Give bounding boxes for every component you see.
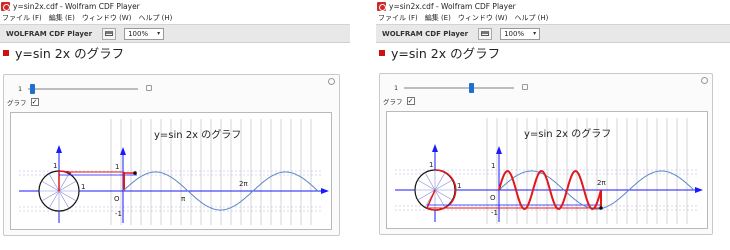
wolfram-brand: WOLFRAM CDF Player — [6, 29, 93, 38]
x-axis-arrow-icon — [695, 187, 703, 193]
graph-checkbox-row: グラフ ✓ — [7, 97, 39, 107]
menu-window[interactable]: ウィンドウ (W) — [82, 13, 132, 23]
page-title: y=sin 2x のグラフ — [15, 46, 125, 61]
manipulate-panel: 1 グラフ ✓ — [3, 74, 340, 236]
printer-icon — [105, 31, 114, 36]
cdf-player-window-left: y=sin2x.cdf - Wolfram CDF Player ファイル (F… — [0, 0, 350, 250]
print-button[interactable] — [478, 27, 493, 40]
slider-label: 1 — [18, 85, 23, 93]
slider-expand-icon[interactable] — [522, 84, 529, 90]
print-button[interactable] — [102, 27, 117, 40]
gear-icon[interactable] — [328, 78, 335, 85]
window-title: y=sin2x.cdf - Wolfram CDF Player — [389, 1, 516, 11]
slider-row: 1 — [394, 83, 534, 93]
circle-tick-one-x: 1 — [81, 183, 85, 191]
zoom-value: 100% — [128, 29, 149, 38]
menu-edit[interactable]: 編集 (E) — [425, 13, 451, 23]
checkbox-label: グラフ — [383, 98, 403, 106]
slider-thumb[interactable] — [469, 83, 475, 93]
slider-label: 1 — [394, 84, 399, 92]
checkbox-label: グラフ — [7, 99, 27, 107]
plot-title: y=sin 2x のグラフ — [524, 129, 612, 140]
window-title: y=sin2x.cdf - Wolfram CDF Player — [13, 1, 140, 11]
wolfram-brand: WOLFRAM CDF Player — [382, 29, 469, 38]
menu-edit[interactable]: 編集 (E) — [49, 13, 75, 23]
point-marker — [133, 171, 137, 175]
point-marker — [599, 206, 603, 210]
tick-origin: O — [114, 195, 120, 203]
menu-file[interactable]: ファイル (F) — [378, 13, 418, 23]
chevron-down-icon: ▾ — [533, 30, 537, 37]
section-heading: y=sin 2x のグラフ — [376, 43, 730, 62]
tick-minus-one: -1 — [491, 209, 498, 217]
slider-thumb[interactable] — [30, 84, 36, 94]
cdf-player-window-right: y=sin2x.cdf - Wolfram CDF Player ファイル (F… — [376, 0, 730, 250]
manipulate-panel: 1 グラフ ✓ — [379, 73, 713, 235]
red-bullet-icon — [3, 49, 9, 56]
toolbar: WOLFRAM CDF Player 100% ▾ — [376, 24, 730, 43]
toolbar: WOLFRAM CDF Player 100% ▾ — [0, 24, 350, 43]
chevron-down-icon: ▾ — [157, 30, 161, 37]
screenshot: y=sin2x.cdf - Wolfram CDF Player ファイル (F… — [0, 0, 730, 250]
plot-area: 1 -1 O π 2π 1 1 y=sin 2x のグラフ — [10, 112, 332, 230]
menu-bar: ファイル (F) 編集 (E) ウィンドウ (W) ヘルプ (H) — [376, 12, 730, 24]
menu-bar: ファイル (F) 編集 (E) ウィンドウ (W) ヘルプ (H) — [0, 12, 350, 24]
tick-two-pi: 2π — [597, 179, 606, 187]
x-axis-arrow-icon — [321, 188, 329, 194]
graph-checkbox-row: グラフ ✓ — [383, 96, 415, 106]
circle-y-arrow-icon — [56, 145, 62, 153]
menu-window[interactable]: ウィンドウ (W) — [458, 13, 508, 23]
tick-pi: π — [181, 195, 186, 203]
page-title: y=sin 2x のグラフ — [391, 46, 501, 61]
title-bar: y=sin2x.cdf - Wolfram CDF Player — [376, 0, 730, 12]
tick-two-pi: 2π — [239, 180, 248, 188]
tick-minus-one: -1 — [115, 210, 122, 218]
tick-one: 1 — [115, 163, 119, 171]
circle-y-arrow-icon — [432, 144, 438, 152]
red-bullet-icon — [379, 49, 385, 56]
circle-tick-one: 1 — [53, 162, 57, 170]
slider-track[interactable] — [404, 83, 529, 93]
wolfram-app-icon — [1, 1, 10, 11]
zoom-select[interactable]: 100% ▾ — [500, 27, 541, 40]
section-heading: y=sin 2x のグラフ — [0, 43, 350, 62]
circle-tick-one-x: 1 — [457, 182, 461, 190]
slider-row: 1 — [18, 84, 158, 94]
title-bar: y=sin2x.cdf - Wolfram CDF Player — [0, 0, 350, 12]
plot-area: 1 -1 O 2π 1 1 y=sin 2x のグラフ — [386, 111, 708, 229]
menu-help[interactable]: ヘルプ (H) — [138, 13, 172, 23]
menu-help[interactable]: ヘルプ (H) — [514, 13, 548, 23]
tick-one: 1 — [491, 162, 495, 170]
menu-file[interactable]: ファイル (F) — [2, 13, 42, 23]
zoom-select[interactable]: 100% ▾ — [124, 27, 165, 40]
plot-title: y=sin 2x のグラフ — [154, 130, 242, 141]
graph-checkbox[interactable]: ✓ — [30, 98, 39, 106]
printer-icon — [481, 31, 490, 36]
graph-checkbox[interactable]: ✓ — [406, 97, 415, 105]
wolfram-app-icon — [377, 1, 386, 11]
circle-tick-one: 1 — [429, 161, 433, 169]
tick-origin: O — [490, 194, 496, 202]
gear-icon[interactable] — [701, 77, 708, 84]
slider-track[interactable] — [28, 84, 153, 94]
slider-expand-icon[interactable] — [146, 85, 153, 91]
zoom-value: 100% — [504, 29, 525, 38]
